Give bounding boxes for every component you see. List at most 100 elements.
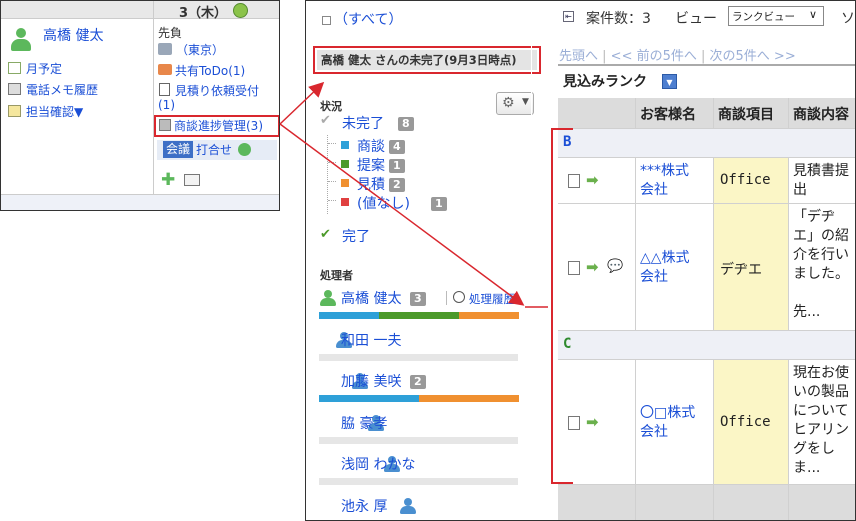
handler-name-link[interactable]: 池永 厚	[341, 496, 387, 516]
history-link[interactable]: 処理履歴	[469, 291, 515, 307]
incomplete-check-icon: ✔	[320, 113, 331, 128]
arrow-right-icon[interactable]: ➡	[586, 171, 599, 189]
view-label: ビュー	[675, 11, 717, 27]
check-icon	[8, 105, 21, 117]
handler-bar-track	[319, 436, 518, 444]
satellite-icon	[158, 43, 172, 55]
right-divider	[531, 1, 532, 520]
handler-name-link[interactable]: 脇 豪孝	[341, 413, 387, 433]
handler-bar-segment	[319, 395, 419, 402]
status-count: 1	[389, 159, 405, 173]
incomplete-count: 8	[398, 117, 414, 131]
handler-bar-segment	[459, 312, 519, 319]
handler-bar-segment	[379, 312, 459, 319]
status-link[interactable]: 見積	[357, 174, 385, 194]
summary-header: 高橋 健太 さんの未完了(9月3日時点)	[321, 53, 517, 67]
add-folder-icon[interactable]	[184, 174, 200, 186]
participants-icon	[238, 143, 251, 156]
incomplete-link[interactable]: 未完了	[342, 113, 384, 133]
deal-content-text: グをし	[793, 441, 835, 457]
column-header: お客様名	[640, 107, 696, 123]
todo-icon	[158, 64, 172, 75]
customer-link[interactable]: 〇□株式	[640, 404, 695, 423]
customer-link[interactable]: 会社	[640, 181, 668, 200]
deal-content-text: 現在お使	[793, 365, 849, 381]
section-dropdown-icon[interactable]: ▼	[662, 74, 677, 89]
cube-icon	[159, 119, 171, 131]
add-plus-icon[interactable]: ✚	[161, 172, 175, 189]
table-footer-cell	[714, 485, 789, 520]
view-select-value: ランクビュー	[732, 11, 795, 23]
arrow-right-icon[interactable]: ➡	[586, 258, 599, 276]
deal-progress-link[interactable]: 商談進捗管理(3)	[174, 117, 263, 134]
status-link[interactable]: 商談	[357, 136, 385, 156]
table-footer-cell	[636, 485, 714, 520]
first-page-icon[interactable]: ⇤	[563, 11, 574, 22]
calendar-date: 3（木）	[179, 6, 228, 21]
deal-content-text: について	[793, 403, 849, 419]
status-link[interactable]: 提案	[357, 155, 385, 175]
handler-name-link[interactable]: 浅岡 わかな	[341, 454, 415, 474]
calendar-divider	[153, 1, 154, 210]
location-text[interactable]: （東京）	[176, 41, 224, 58]
deal-content-cell: 見積書提出	[789, 158, 855, 204]
shared-todo-link[interactable]: 共有ToDo(1)	[175, 62, 245, 79]
handler-name-link[interactable]: 加藤 美咲	[341, 371, 401, 391]
deal-content-text: いの製品	[793, 384, 849, 400]
bracket-marker	[551, 128, 573, 484]
customer-link[interactable]: 会社	[640, 268, 668, 287]
handler-title: 処理者	[320, 269, 353, 282]
add-schedule-icon[interactable]	[233, 3, 248, 18]
handler-name-link[interactable]: 高橋 健太	[341, 288, 401, 308]
complete-link[interactable]: 完了	[342, 226, 370, 246]
handler-person-icon	[320, 290, 336, 306]
arrow-right-icon[interactable]: ➡	[586, 413, 599, 431]
first-page-link[interactable]: 先頭へ	[559, 49, 598, 64]
comment-icon[interactable]: 💬	[607, 259, 623, 274]
deal-content-text: 介を行い	[793, 247, 849, 263]
sort-label: ソ	[841, 11, 855, 27]
assignment-check-link[interactable]: 担当確認▼	[26, 103, 83, 120]
meeting-tag: 会議	[163, 141, 194, 158]
estimate-request-link[interactable]: 見積り依頼受付	[175, 82, 259, 99]
deal-content-text: ました。	[793, 266, 849, 282]
monthly-schedule-link[interactable]: 月予定	[26, 60, 62, 77]
customer-link[interactable]: ***株式	[640, 162, 689, 181]
handler-bar-track	[319, 478, 518, 485]
meeting-link[interactable]: 打合せ	[196, 141, 232, 158]
phone-memo-link[interactable]: 電話メモ履歴	[26, 81, 98, 98]
deal-content-text: 「デヂ	[793, 209, 835, 225]
customer-link[interactable]: 会社	[640, 423, 668, 442]
deal-content-text: 出	[793, 182, 807, 198]
handler-name-link[interactable]: 和田 一夫	[341, 330, 401, 350]
table-footer-cell	[558, 485, 636, 520]
status-color-square	[341, 160, 349, 168]
status-count: 2	[389, 178, 405, 192]
estimate-request-count[interactable]: (1)	[158, 98, 175, 112]
status-link[interactable]: (値なし)	[357, 193, 410, 213]
status-tree-line	[327, 135, 328, 214]
prev-page-link[interactable]: << 前の5件へ	[611, 49, 697, 64]
deal-content-text: エ」の紹	[793, 228, 849, 244]
rank-group-row: B	[558, 129, 855, 158]
deal-content-text: ヒアリン	[793, 422, 849, 438]
deal-content-text: 先...	[793, 304, 821, 320]
deal-content-text: 見積書提	[793, 163, 849, 179]
paging-nav: 先頭へ | << 前の5件へ | 次の5件へ >>	[559, 49, 796, 64]
all-link[interactable]: （すべて）	[334, 9, 402, 29]
next-page-link[interactable]: 次の5件へ >>	[710, 49, 796, 64]
settings-button[interactable]: ⚙ ▼	[496, 92, 534, 115]
case-count: 案件数：3	[586, 11, 651, 27]
customer-link[interactable]: △△株式	[640, 249, 690, 268]
user-name-link[interactable]: 高橋 健太	[43, 25, 103, 45]
view-select[interactable]: ランクビュー ∨	[728, 6, 824, 26]
status-color-square	[341, 198, 349, 206]
handler-bar-segment	[419, 395, 519, 402]
customer-cell: △△株式 会社	[636, 204, 714, 331]
calendar-bottom-strip	[1, 194, 279, 210]
collapse-icon[interactable]	[322, 16, 331, 25]
user-icon	[10, 28, 32, 52]
rank-group-row: C	[558, 331, 855, 360]
tree-branch	[328, 200, 336, 201]
chevron-down-icon: ▼	[522, 97, 529, 107]
